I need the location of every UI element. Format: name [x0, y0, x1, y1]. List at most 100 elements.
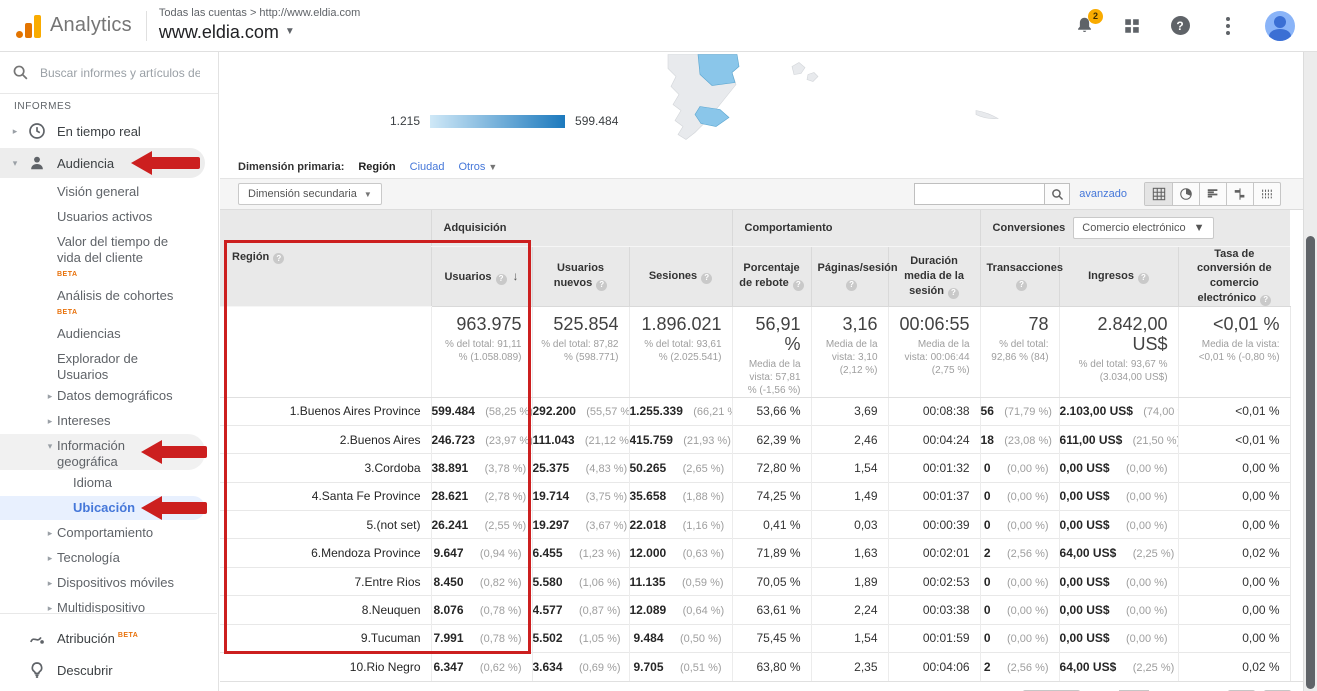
sidebar-item-informacion-geografica[interactable]: ▾ Información geográfica — [0, 434, 205, 470]
cell-sesiones: 22.018(1,16 %) — [629, 511, 732, 539]
table-row: 7.Entre Rios 8.450(0,82 %) 5.580(1,06 %)… — [220, 567, 1290, 595]
cell-region: 4.Santa Fe Province — [220, 482, 431, 510]
user-avatar[interactable] — [1265, 11, 1295, 41]
notifications-button[interactable]: 2 — [1073, 15, 1095, 37]
cell-paginas: 2,24 — [811, 596, 888, 624]
sidebar-item-valor-tiempo-vida[interactable]: Valor del tiempo de vida del clienteBETA — [0, 230, 218, 283]
cell-tasa: 0,00 % — [1178, 482, 1290, 510]
cell-transacciones: 0(0,00 %) — [980, 567, 1059, 595]
sidebar-item-usuarios-activos[interactable]: Usuarios activos — [0, 205, 218, 229]
help-button[interactable]: ? — [1169, 15, 1191, 37]
table-search-input[interactable] — [914, 183, 1044, 205]
account-selector[interactable]: Todas las cuentas > http://www.eldia.com… — [159, 7, 360, 43]
breadcrumb: Todas las cuentas > http://www.eldia.com — [159, 7, 360, 21]
region-link[interactable]: Entre Rios — [364, 575, 420, 589]
lightbulb-icon — [27, 660, 47, 680]
help-icon[interactable] — [596, 280, 607, 291]
table-row: 6.Mendoza Province 9.647(0,94 %) 6.455(1… — [220, 539, 1290, 567]
help-icon[interactable] — [793, 280, 804, 291]
search-input[interactable] — [40, 66, 200, 80]
help-icon[interactable] — [948, 288, 959, 299]
sidebar-item-vision-general[interactable]: Visión general — [0, 180, 218, 204]
more-menu-button[interactable] — [1217, 15, 1239, 37]
sidebar-search — [0, 52, 218, 94]
percentage-view-button[interactable] — [1172, 183, 1199, 205]
column-header-usuarios[interactable]: Usuarios↓ — [431, 246, 532, 306]
sidebar-item-audiencia[interactable]: ▾ Audiencia — [0, 148, 205, 178]
sidebar-item-audiencias[interactable]: Audiencias — [0, 322, 218, 346]
column-header-rebote[interactable]: Porcentaje de rebote — [732, 246, 811, 306]
dimension-tab-ciudad[interactable]: Ciudad — [410, 161, 445, 173]
help-icon[interactable] — [701, 273, 712, 284]
help-icon[interactable] — [1260, 295, 1271, 306]
sidebar-item-descubrir[interactable]: Descubrir — [0, 655, 217, 685]
sidebar-item-idioma[interactable]: Idioma — [0, 471, 218, 495]
region-link[interactable]: Buenos Aires — [350, 433, 421, 447]
cell-usuarios-nuevos: 6.455(1,23 %) — [532, 539, 629, 567]
cell-usuarios: 7.991(0,78 %) — [431, 624, 532, 652]
sidebar-item-tecnologia[interactable]: ▸Tecnología — [0, 546, 218, 570]
column-header-transacciones[interactable]: Transacciones — [980, 246, 1059, 306]
apps-grid-button[interactable] — [1121, 15, 1143, 37]
sidebar-item-realtime[interactable]: ▸ En tiempo real — [0, 116, 218, 146]
performance-view-button[interactable] — [1199, 183, 1226, 205]
advanced-link[interactable]: avanzado — [1079, 188, 1127, 200]
row-rank: 9. — [345, 631, 371, 645]
table-footer: Mostrar filas: 10▼ Ir a: 1 - 10 de 25 ‹ … — [220, 681, 1303, 691]
column-header-duracion[interactable]: Duración media de la sesión — [888, 246, 980, 306]
cell-ingresos: 0,00 US$(0,00 %) — [1059, 454, 1178, 482]
region-link[interactable]: Tucuman — [371, 631, 421, 645]
analytics-app: Analytics Todas las cuentas > http://www… — [0, 0, 1317, 691]
table-row: 5.(not set) 26.241(2,55 %) 19.297(3,67 %… — [220, 511, 1290, 539]
main-content: 1.215 599.484 Dimensión primaria: Región… — [220, 52, 1303, 691]
help-icon[interactable] — [273, 253, 284, 264]
dimension-tab-region[interactable]: Región — [358, 161, 395, 173]
region-link[interactable]: Mendoza Province — [321, 546, 420, 560]
column-header-sesiones[interactable]: Sesiones — [629, 246, 732, 306]
help-icon[interactable] — [496, 274, 507, 285]
sidebar-item-atribucion[interactable]: AtribuciónBETA — [0, 623, 217, 653]
header-actions: 2 ? — [1073, 11, 1295, 41]
region-link[interactable]: Buenos Aires Province — [300, 404, 421, 418]
cell-region: 2.Buenos Aires — [220, 425, 431, 453]
scrollbar-thumb[interactable] — [1306, 236, 1315, 689]
region-link[interactable]: Cordoba — [374, 461, 420, 475]
column-header-region[interactable]: Región — [220, 210, 431, 306]
region-link[interactable]: Santa Fe Province — [322, 489, 421, 503]
conversion-type-select[interactable]: Comercio electrónico▼ — [1073, 217, 1213, 239]
help-icon[interactable] — [1138, 273, 1149, 284]
cell-rebote: 63,80 % — [732, 653, 811, 681]
cell-transacciones: 0(0,00 %) — [980, 624, 1059, 652]
sort-desc-icon[interactable]: ↓ — [513, 269, 519, 283]
table-view-button[interactable] — [1145, 183, 1172, 205]
region-link[interactable]: Neuquen — [372, 603, 421, 617]
sidebar-item-intereses[interactable]: ▸Intereses — [0, 409, 218, 433]
column-header-paginas[interactable]: Páginas/sesión — [811, 246, 888, 306]
cell-rebote: 75,45 % — [732, 624, 811, 652]
region-link[interactable]: Rio Negro — [366, 660, 420, 674]
column-header-ingresos[interactable]: Ingresos — [1059, 246, 1178, 306]
region-link[interactable]: (not set) — [376, 518, 420, 532]
sidebar-item-analisis-cohortes[interactable]: Análisis de cohortesBETA — [0, 284, 218, 321]
row-rank: 1. — [274, 404, 300, 418]
sidebar-item-explorador-usuarios[interactable]: Explorador de Usuarios — [0, 347, 218, 383]
comparison-view-button[interactable] — [1226, 183, 1253, 205]
sidebar-item-ubicacion[interactable]: Ubicación — [0, 496, 205, 520]
pivot-view-button[interactable] — [1253, 183, 1280, 205]
column-header-usuarios-nuevos[interactable]: Usuarios nuevos — [532, 246, 629, 306]
beta-badge: BETA — [57, 267, 185, 283]
sidebar-item-datos-demograficos[interactable]: ▸Datos demográficos — [0, 384, 218, 408]
table-search-button[interactable] — [1044, 183, 1070, 205]
help-icon[interactable] — [846, 280, 857, 291]
beta-badge: BETA — [118, 632, 139, 639]
analytics-logo-icon[interactable] — [16, 14, 41, 38]
column-header-tasa[interactable]: Tasa de conversión de comercio electróni… — [1178, 246, 1290, 306]
sidebar-item-label: Descubrir — [57, 663, 113, 678]
sidebar-item-comportamiento[interactable]: ▸Comportamiento — [0, 521, 218, 545]
cell-tasa: 0,00 % — [1178, 624, 1290, 652]
help-icon[interactable] — [1016, 280, 1027, 291]
dimension-tab-otros[interactable]: Otros▼ — [459, 161, 498, 173]
secondary-dimension-button[interactable]: Dimensión secundaria▼ — [238, 183, 382, 205]
sidebar-item-dispositivos-moviles[interactable]: ▸Dispositivos móviles — [0, 571, 218, 595]
cell-tasa: 0,00 % — [1178, 454, 1290, 482]
